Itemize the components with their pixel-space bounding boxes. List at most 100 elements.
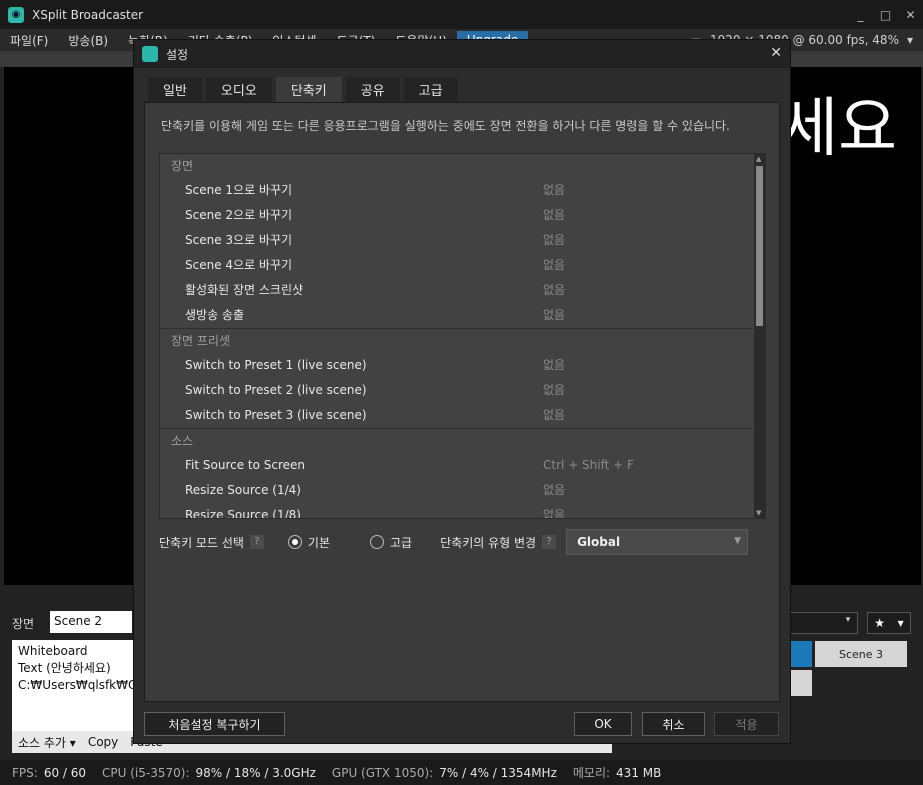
hotkey-name: Resize Source (1/8) bbox=[185, 508, 301, 519]
gpu-value: 7% / 4% / 1354MHz bbox=[439, 765, 557, 780]
hotkey-type-value: Global bbox=[577, 535, 621, 549]
hotkey-mode-label: 단축키 모드 선택 bbox=[159, 535, 244, 550]
source-item[interactable]: C:₩Users₩qlsfk₩One bbox=[18, 677, 133, 694]
xsplit-window: ◉ XSplit Broadcaster _ □ ✕ 파일(F) 방송(B) 녹… bbox=[0, 0, 923, 785]
menu-file[interactable]: 파일(F) bbox=[0, 32, 58, 49]
memory-value: 431 MB bbox=[616, 765, 662, 780]
cpu-label: CPU (i5-3570): bbox=[102, 765, 190, 780]
hotkey-value[interactable]: 없음 bbox=[543, 253, 565, 278]
fps-value: 60 / 60 bbox=[43, 765, 87, 780]
hotkey-row[interactable]: Resize Source (1/4) 없음 bbox=[160, 478, 765, 503]
fps-label: FPS: bbox=[12, 765, 38, 780]
cancel-button[interactable]: 취소 bbox=[642, 712, 705, 736]
hotkey-name: 활성화된 장면 스크린샷 bbox=[185, 283, 304, 297]
hotkey-name: Switch to Preset 2 (live scene) bbox=[185, 383, 367, 397]
chevron-down-icon: ▼ bbox=[734, 536, 742, 546]
maximize-button[interactable]: □ bbox=[873, 0, 898, 29]
scroll-up-icon[interactable]: ▲ bbox=[756, 155, 763, 163]
hotkey-row[interactable]: 활성화된 장면 스크린샷 없음 bbox=[160, 278, 765, 303]
scene-3-button[interactable]: Scene 3 bbox=[815, 641, 907, 667]
hotkey-row[interactable]: Scene 1으로 바꾸기 없음 bbox=[160, 178, 765, 203]
hotkey-value[interactable]: 없음 bbox=[543, 228, 565, 253]
hotkey-type-select[interactable]: Global ▼ bbox=[566, 529, 749, 555]
hotkey-row[interactable]: Scene 4으로 바꾸기 없음 bbox=[160, 253, 765, 278]
tab-audio[interactable]: 오디오 bbox=[205, 77, 272, 102]
apply-button[interactable]: 적용 bbox=[714, 712, 779, 736]
hotkey-row[interactable]: Switch to Preset 1 (live scene) 없음 bbox=[160, 353, 765, 378]
hotkey-row[interactable]: Resize Source (1/8) 없음 bbox=[160, 503, 765, 519]
source-list[interactable]: Whiteboard Text (안녕하세요) C:₩Users₩qlsfk₩O… bbox=[12, 640, 133, 731]
preview-overlay-text: 세요 bbox=[779, 92, 897, 166]
hotkey-group-presets: 장면 프리셋 Switch to Preset 1 (live scene) 없음… bbox=[160, 329, 765, 429]
tab-sharing[interactable]: 공유 bbox=[345, 77, 400, 102]
source-item[interactable]: Whiteboard bbox=[18, 643, 127, 660]
scene-name-input[interactable]: Scene 2 bbox=[50, 611, 132, 633]
hotkey-value[interactable]: 없음 bbox=[543, 403, 565, 428]
hotkey-value[interactable]: 없음 bbox=[543, 353, 565, 378]
hotkey-value[interactable]: 없음 bbox=[543, 278, 565, 303]
group-title: 장면 프리셋 bbox=[171, 334, 231, 348]
hotkey-row[interactable]: Switch to Preset 3 (live scene) 없음 bbox=[160, 403, 765, 428]
group-title: 장면 bbox=[171, 159, 194, 173]
dialog-close-button[interactable]: ✕ bbox=[770, 45, 782, 61]
menu-broadcast[interactable]: 방송(B) bbox=[58, 32, 118, 49]
dialog-titlebar: 설정 ✕ bbox=[134, 40, 790, 68]
tab-general[interactable]: 일반 bbox=[148, 77, 202, 102]
memory-label: 메모리: bbox=[572, 766, 611, 780]
hotkey-value[interactable]: 없음 bbox=[543, 378, 565, 403]
hotkey-value[interactable]: Ctrl + Shift + F bbox=[543, 453, 634, 478]
status-bar: FPS: 60 / 60 CPU (i5-3570): 98% / 18% / 3.… bbox=[0, 760, 923, 785]
hotkey-row[interactable]: 생방송 송출 없음 bbox=[160, 303, 765, 328]
chevron-down-icon: ▾ bbox=[845, 615, 851, 625]
hotkey-value[interactable]: 없음 bbox=[543, 203, 565, 228]
hotkey-value[interactable]: 없음 bbox=[543, 478, 565, 503]
star-icon: ★ bbox=[874, 616, 886, 630]
hotkey-name: Scene 1으로 바꾸기 bbox=[185, 183, 293, 197]
hotkey-name: Fit Source to Screen bbox=[185, 458, 306, 472]
mode-basic-radio[interactable]: 기본 bbox=[287, 534, 330, 551]
hotkey-row[interactable]: Fit Source to Screen Ctrl + Shift + F bbox=[160, 453, 765, 478]
ok-button[interactable]: OK bbox=[574, 712, 632, 736]
favorite-button[interactable]: ★ ▾ bbox=[867, 612, 911, 634]
hotkey-value[interactable]: 없음 bbox=[543, 178, 565, 203]
scrollbar-thumb[interactable] bbox=[756, 166, 763, 326]
transition-dropdown[interactable]: ▾ bbox=[790, 612, 858, 634]
mode-advanced-radio[interactable]: 고급 bbox=[370, 534, 412, 551]
hotkey-list[interactable]: 장면 Scene 1으로 바꾸기 없음 Scene 2으로 바꾸기 없음 Scene… bbox=[159, 153, 766, 519]
source-item[interactable]: Text (안녕하세요) bbox=[18, 660, 127, 677]
help-icon[interactable]: ? bbox=[542, 535, 557, 549]
hotkey-type-label: 단축키의 유형 변경 bbox=[440, 535, 537, 550]
scene-4-button[interactable] bbox=[790, 670, 812, 696]
hotkey-value[interactable]: 없음 bbox=[543, 503, 565, 518]
chevron-down-icon: ▾ bbox=[897, 616, 904, 630]
settings-tabs: 일반 오디오 단축키 공유 고급 bbox=[148, 77, 458, 102]
mode-advanced-label: 고급 bbox=[390, 535, 413, 550]
settings-dialog: 설정 ✕ 일반 오디오 단축키 공유 고급 단축키를 이용해 게임 또는 다른 … bbox=[133, 39, 791, 744]
scene-2-button[interactable] bbox=[790, 641, 812, 667]
hotkeys-description: 단축키를 이용해 게임 또는 다른 응용프로그램을 실행하는 중에도 장면 전환… bbox=[161, 119, 730, 133]
minimize-button[interactable]: _ bbox=[848, 0, 873, 29]
hotkey-list-scrollbar[interactable]: ▲ ▼ bbox=[754, 154, 765, 518]
cpu-value: 98% / 18% / 3.0GHz bbox=[195, 765, 316, 780]
hotkey-name: Switch to Preset 1 (live scene) bbox=[185, 358, 367, 372]
copy-button[interactable]: Copy bbox=[88, 735, 118, 749]
hotkeys-panel: 단축키를 이용해 게임 또는 다른 응용프로그램을 실행하는 중에도 장면 전환… bbox=[144, 102, 780, 702]
hotkey-name: Resize Source (1/4) bbox=[185, 483, 301, 497]
hotkey-name: Switch to Preset 3 (live scene) bbox=[185, 408, 367, 422]
help-icon[interactable]: ? bbox=[249, 535, 264, 549]
tab-advanced[interactable]: 고급 bbox=[403, 77, 458, 102]
add-source-button[interactable]: 소스 추가 ▾ bbox=[18, 734, 76, 751]
hotkey-row[interactable]: Scene 2으로 바꾸기 없음 bbox=[160, 203, 765, 228]
scene-label: 장면 bbox=[12, 617, 35, 631]
tab-hotkeys[interactable]: 단축키 bbox=[275, 77, 342, 102]
reset-defaults-button[interactable]: 처음설정 복구하기 bbox=[144, 712, 285, 736]
group-title: 소스 bbox=[171, 434, 194, 448]
hotkey-row[interactable]: Scene 3으로 바꾸기 없음 bbox=[160, 228, 765, 253]
app-titlebar: ◉ XSplit Broadcaster _ □ ✕ bbox=[0, 0, 923, 29]
hotkey-name: 생방송 송출 bbox=[185, 308, 245, 322]
chevron-down-icon: ▾ bbox=[906, 33, 913, 47]
scroll-down-icon[interactable]: ▼ bbox=[756, 509, 763, 517]
close-button[interactable]: ✕ bbox=[898, 0, 923, 29]
hotkey-row[interactable]: Switch to Preset 2 (live scene) 없음 bbox=[160, 378, 765, 403]
hotkey-value[interactable]: 없음 bbox=[543, 303, 565, 328]
